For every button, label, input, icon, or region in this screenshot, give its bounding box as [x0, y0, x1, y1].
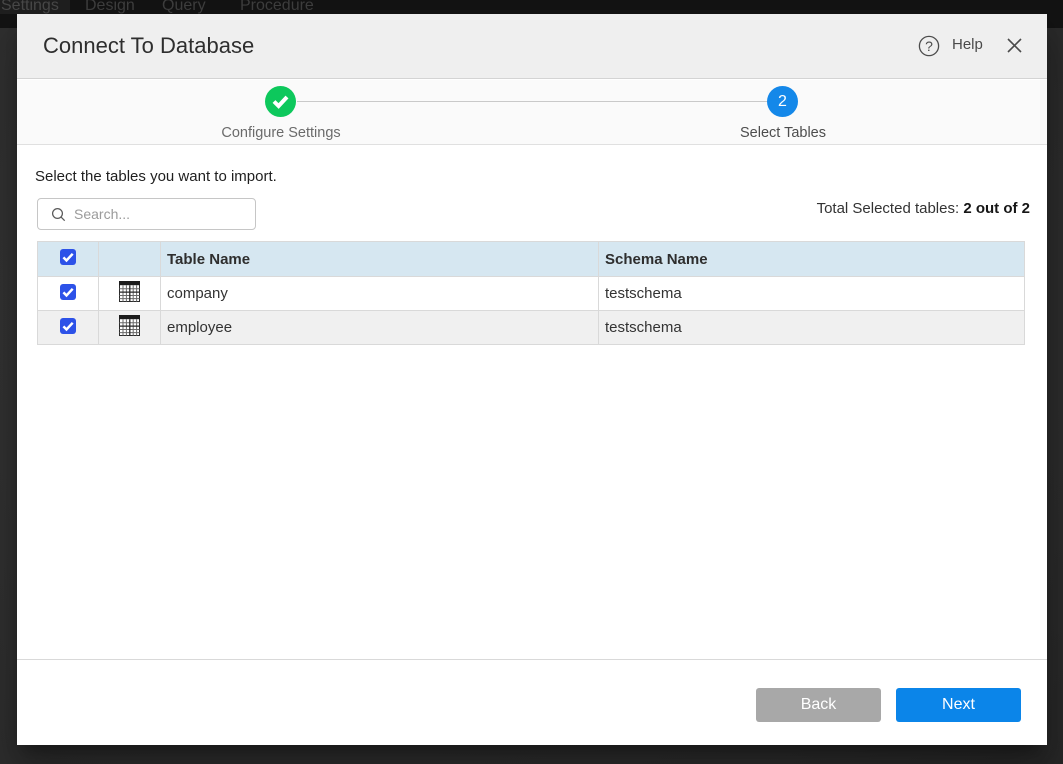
svg-text:?: ?	[925, 38, 933, 54]
